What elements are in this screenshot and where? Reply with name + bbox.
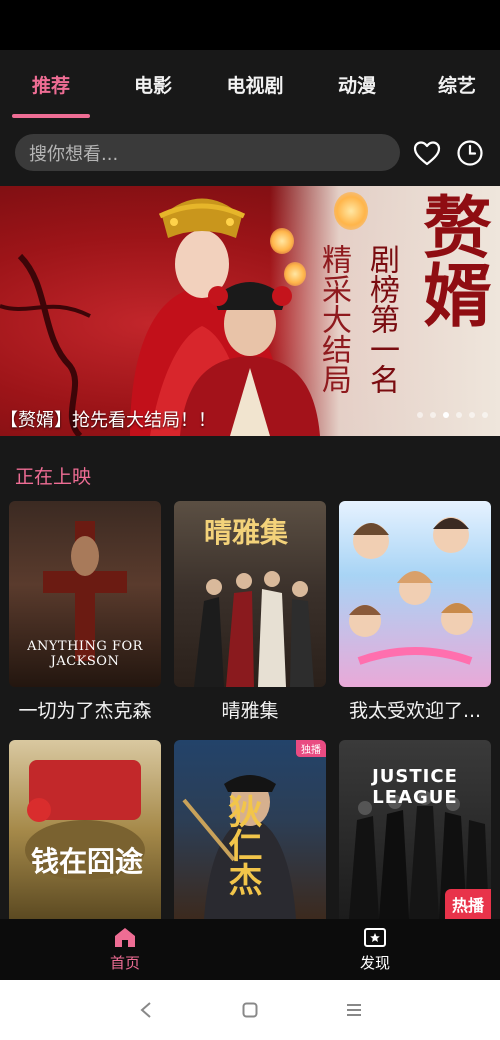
pagination-dot[interactable] — [469, 412, 475, 418]
banner-pagination — [417, 412, 488, 418]
tab-anime[interactable]: 动漫 — [306, 50, 408, 118]
poster-title: 晴雅集 — [204, 516, 289, 549]
movie-poster — [339, 501, 491, 687]
pagination-dot-active[interactable] — [443, 412, 449, 418]
pagination-dot[interactable] — [417, 412, 423, 418]
hot-badge: 热播 — [444, 889, 491, 919]
movie-poster: ANYTHING FOR JACKSON — [9, 501, 161, 687]
poster-title: 狄仁杰 — [222, 794, 262, 896]
category-tabs: 推荐 电影 电视剧 动漫 综艺 — [0, 50, 500, 118]
home-icon — [115, 928, 135, 947]
tab-movies[interactable]: 电影 — [102, 50, 204, 118]
featured-banner[interactable]: 赘婿 剧榜第一名 精采大结局 【赘婿】抢先看大结局！！ — [0, 186, 500, 436]
exclusive-badge: 独播 — [296, 740, 326, 757]
nav-discover[interactable]: 发现 — [250, 919, 500, 980]
movie-title: 我太受欢迎了... — [348, 700, 482, 722]
poster-art — [349, 517, 473, 665]
poster-title: 钱在囧途 — [31, 845, 144, 878]
movie-card[interactable]: 狄仁杰 独播 — [174, 740, 326, 919]
menu-icon[interactable] — [302, 1002, 406, 1018]
movie-poster: 钱在囧途 — [9, 740, 161, 919]
search-placeholder: 搜你想看... — [29, 143, 119, 165]
app-screen: 推荐 电影 电视剧 动漫 综艺 搜你想看... 赘婿 剧榜第一名 精采大结局 【… — [0, 50, 500, 980]
banner-title: 赘婿 — [411, 192, 491, 328]
lantern-decoration — [334, 192, 368, 230]
movie-card[interactable]: 钱在囧途 — [9, 740, 161, 919]
status-bar — [0, 0, 500, 50]
movie-card[interactable]: 我太受欢迎了... — [339, 501, 491, 723]
banner-subtitle-rank: 剧榜第一名 — [364, 244, 399, 394]
movie-title: 一切为了杰克森 — [18, 700, 152, 722]
movie-card[interactable]: ANYTHING FOR JACKSON 一切为了杰克森 — [9, 501, 161, 723]
poster-title: JUSTICE LEAGUE — [372, 766, 458, 808]
poster-art — [25, 760, 145, 880]
nav-discover-label: 发现 — [359, 954, 390, 972]
banner-subtitle-finale: 精采大结局 — [316, 244, 351, 394]
discover-icon — [364, 928, 386, 947]
bottom-navigation: 首页 发现 — [0, 919, 500, 980]
tab-tv-series[interactable]: 电视剧 — [204, 50, 306, 118]
tab-variety[interactable]: 综艺 — [408, 50, 500, 118]
movie-title: 晴雅集 — [221, 700, 279, 722]
clock-icon[interactable] — [454, 137, 486, 169]
nav-home-label: 首页 — [109, 954, 140, 972]
heart-icon[interactable] — [411, 137, 443, 169]
back-icon[interactable] — [94, 1001, 198, 1019]
movie-poster: JUSTICE LEAGUE 热播 — [339, 740, 491, 919]
banner-caption: 【赘婿】抢先看大结局！！ — [0, 410, 216, 431]
search-input[interactable]: 搜你想看... — [15, 134, 400, 171]
movie-card[interactable]: JUSTICE LEAGUE 热播 — [339, 740, 491, 919]
system-navigation-bar — [0, 980, 500, 1040]
movie-card[interactable]: 晴雅集 晴雅集 — [174, 501, 326, 723]
pagination-dot[interactable] — [456, 412, 462, 418]
movie-poster: 晴雅集 — [174, 501, 326, 687]
movie-poster: 狄仁杰 独播 — [174, 740, 326, 919]
poster-title: ANYTHING FOR JACKSON — [27, 639, 143, 669]
nav-home[interactable]: 首页 — [0, 919, 250, 980]
pagination-dot[interactable] — [482, 412, 488, 418]
tab-recommended[interactable]: 推荐 — [0, 50, 102, 118]
section-title-now-showing: 正在上映 — [15, 466, 92, 488]
pagination-dot[interactable] — [430, 412, 436, 418]
home-square-icon[interactable] — [198, 1002, 302, 1018]
